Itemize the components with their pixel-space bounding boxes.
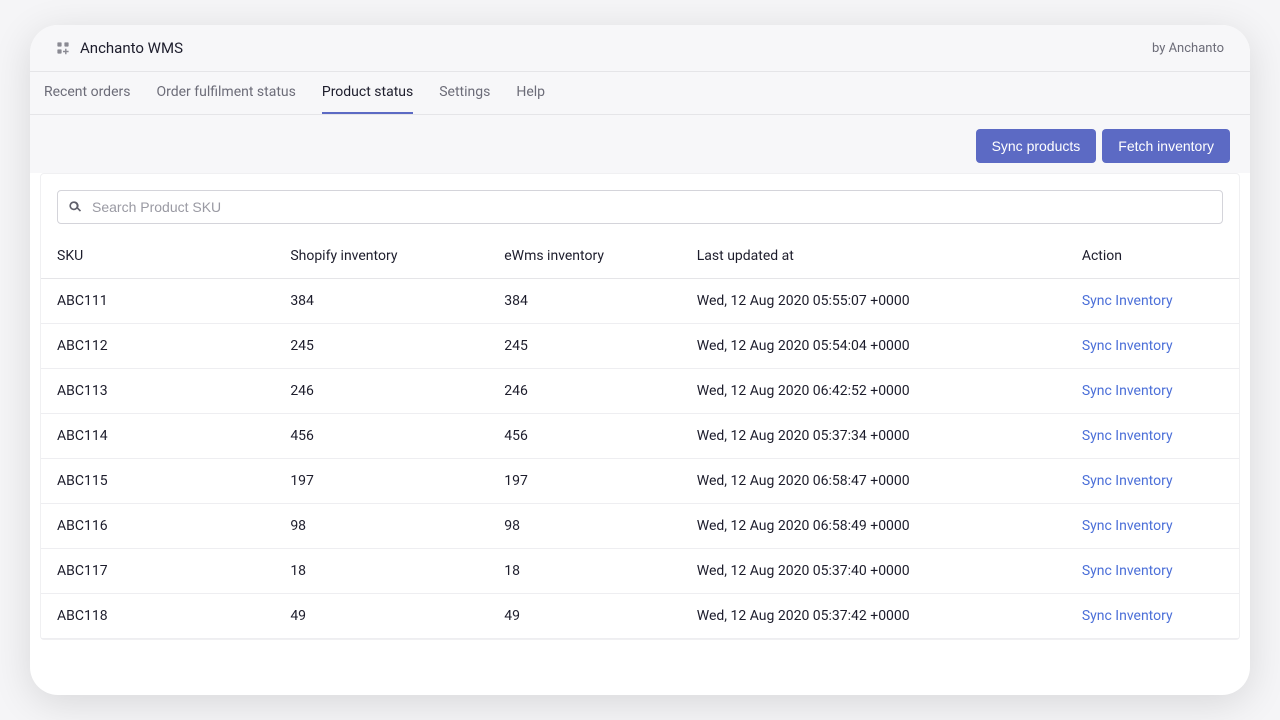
- cell-last-updated: Wed, 12 Aug 2020 05:54:04 +0000: [683, 324, 1068, 369]
- app-title: Anchanto WMS: [80, 39, 183, 57]
- cell-shopify-inventory: 246: [276, 369, 490, 414]
- cell-sku: ABC115: [41, 459, 276, 504]
- search-input[interactable]: [57, 190, 1223, 224]
- sync-inventory-link[interactable]: Sync Inventory: [1082, 338, 1173, 354]
- cell-sku: ABC114: [41, 414, 276, 459]
- app-icon: [56, 41, 70, 55]
- cell-ewms-inventory: 384: [490, 279, 683, 324]
- table-row: ABC112245245Wed, 12 Aug 2020 05:54:04 +0…: [41, 324, 1239, 369]
- cell-ewms-inventory: 49: [490, 594, 683, 639]
- cell-action: Sync Inventory: [1068, 504, 1239, 549]
- cell-action: Sync Inventory: [1068, 414, 1239, 459]
- table-row: ABC111384384Wed, 12 Aug 2020 05:55:07 +0…: [41, 279, 1239, 324]
- cell-ewms-inventory: 18: [490, 549, 683, 594]
- cell-shopify-inventory: 456: [276, 414, 490, 459]
- content-card: SKU Shopify inventory eWms inventory Las…: [40, 173, 1240, 640]
- cell-sku: ABC112: [41, 324, 276, 369]
- tab-order-fulfilment-status[interactable]: Order fulfilment status: [156, 72, 295, 114]
- search-icon: [67, 199, 83, 215]
- sync-inventory-link[interactable]: Sync Inventory: [1082, 563, 1173, 579]
- cell-sku: ABC116: [41, 504, 276, 549]
- cell-action: Sync Inventory: [1068, 324, 1239, 369]
- cell-action: Sync Inventory: [1068, 549, 1239, 594]
- tab-product-status[interactable]: Product status: [322, 72, 413, 114]
- cell-ewms-inventory: 456: [490, 414, 683, 459]
- col-header-shopify-inventory: Shopify inventory: [276, 234, 490, 279]
- cell-ewms-inventory: 246: [490, 369, 683, 414]
- tabs: Recent orders Order fulfilment status Prod…: [30, 72, 1250, 115]
- app-byline: by Anchanto: [1152, 41, 1224, 56]
- cell-sku: ABC117: [41, 549, 276, 594]
- col-header-last-updated: Last updated at: [683, 234, 1068, 279]
- cell-shopify-inventory: 245: [276, 324, 490, 369]
- cell-sku: ABC118: [41, 594, 276, 639]
- app-window: Anchanto WMS by Anchanto Recent orders Or…: [30, 25, 1250, 695]
- col-header-ewms-inventory: eWms inventory: [490, 234, 683, 279]
- search-wrap: [41, 174, 1239, 234]
- col-header-action: Action: [1068, 234, 1239, 279]
- table-row: ABC115197197Wed, 12 Aug 2020 06:58:47 +0…: [41, 459, 1239, 504]
- cell-sku: ABC113: [41, 369, 276, 414]
- sync-inventory-link[interactable]: Sync Inventory: [1082, 383, 1173, 399]
- app-header-left: Anchanto WMS: [56, 39, 183, 57]
- cell-shopify-inventory: 197: [276, 459, 490, 504]
- cell-last-updated: Wed, 12 Aug 2020 05:37:34 +0000: [683, 414, 1068, 459]
- cell-last-updated: Wed, 12 Aug 2020 06:58:49 +0000: [683, 504, 1068, 549]
- tab-recent-orders[interactable]: Recent orders: [44, 72, 130, 114]
- fetch-inventory-button[interactable]: Fetch inventory: [1102, 129, 1230, 163]
- cell-last-updated: Wed, 12 Aug 2020 06:42:52 +0000: [683, 369, 1068, 414]
- cell-shopify-inventory: 384: [276, 279, 490, 324]
- tab-settings[interactable]: Settings: [439, 72, 490, 114]
- table-row: ABC1169898Wed, 12 Aug 2020 06:58:49 +000…: [41, 504, 1239, 549]
- app-header: Anchanto WMS by Anchanto: [30, 25, 1250, 72]
- cell-shopify-inventory: 98: [276, 504, 490, 549]
- cell-shopify-inventory: 49: [276, 594, 490, 639]
- cell-last-updated: Wed, 12 Aug 2020 05:37:40 +0000: [683, 549, 1068, 594]
- cell-shopify-inventory: 18: [276, 549, 490, 594]
- table-row: ABC1171818Wed, 12 Aug 2020 05:37:40 +000…: [41, 549, 1239, 594]
- cell-action: Sync Inventory: [1068, 279, 1239, 324]
- cell-action: Sync Inventory: [1068, 369, 1239, 414]
- cell-ewms-inventory: 245: [490, 324, 683, 369]
- sync-inventory-link[interactable]: Sync Inventory: [1082, 293, 1173, 309]
- actions-bar: Sync products Fetch inventory: [30, 115, 1250, 173]
- cell-ewms-inventory: 197: [490, 459, 683, 504]
- cell-action: Sync Inventory: [1068, 594, 1239, 639]
- sync-inventory-link[interactable]: Sync Inventory: [1082, 608, 1173, 624]
- sync-inventory-link[interactable]: Sync Inventory: [1082, 518, 1173, 534]
- sync-inventory-link[interactable]: Sync Inventory: [1082, 473, 1173, 489]
- cell-last-updated: Wed, 12 Aug 2020 05:37:42 +0000: [683, 594, 1068, 639]
- table-header-row: SKU Shopify inventory eWms inventory Las…: [41, 234, 1239, 279]
- search-box: [57, 190, 1223, 224]
- table-row: ABC113246246Wed, 12 Aug 2020 06:42:52 +0…: [41, 369, 1239, 414]
- sync-products-button[interactable]: Sync products: [976, 129, 1097, 163]
- table-row: ABC1184949Wed, 12 Aug 2020 05:37:42 +000…: [41, 594, 1239, 639]
- sync-inventory-link[interactable]: Sync Inventory: [1082, 428, 1173, 444]
- product-table: SKU Shopify inventory eWms inventory Las…: [41, 234, 1239, 639]
- cell-ewms-inventory: 98: [490, 504, 683, 549]
- col-header-sku: SKU: [41, 234, 276, 279]
- cell-last-updated: Wed, 12 Aug 2020 05:55:07 +0000: [683, 279, 1068, 324]
- cell-last-updated: Wed, 12 Aug 2020 06:58:47 +0000: [683, 459, 1068, 504]
- cell-action: Sync Inventory: [1068, 459, 1239, 504]
- table-row: ABC114456456Wed, 12 Aug 2020 05:37:34 +0…: [41, 414, 1239, 459]
- cell-sku: ABC111: [41, 279, 276, 324]
- tab-help[interactable]: Help: [516, 72, 545, 114]
